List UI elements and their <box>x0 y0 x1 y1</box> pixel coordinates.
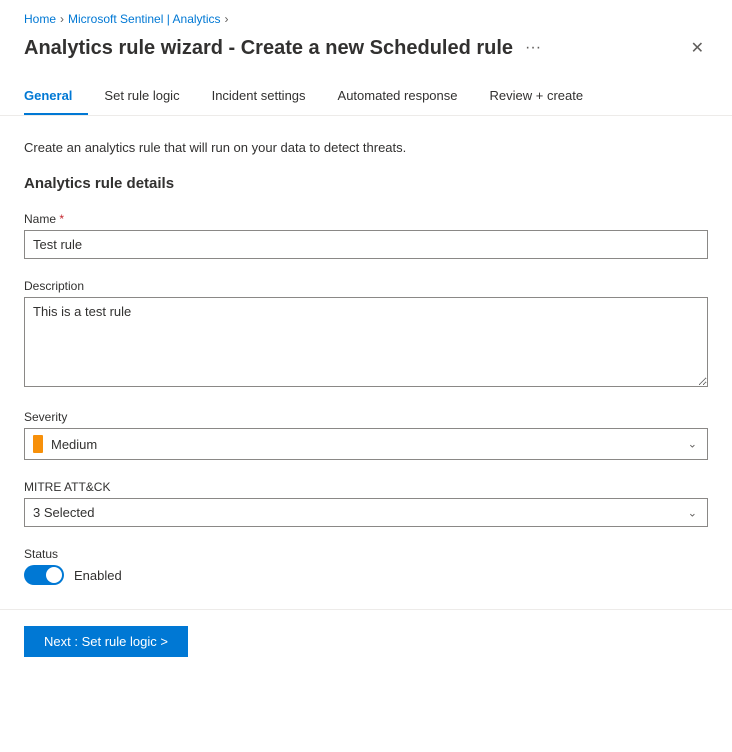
breadcrumb-sep-2: › <box>225 12 229 26</box>
mitre-select[interactable]: 3 Selected ⌄ <box>24 498 708 527</box>
severity-chevron-icon: ⌄ <box>688 438 697 451</box>
page-title: Analytics rule wizard - Create a new Sch… <box>24 37 513 60</box>
footer: Next : Set rule logic > <box>0 610 732 673</box>
more-options-icon[interactable]: ··· <box>525 39 541 57</box>
severity-label: Severity <box>24 410 708 424</box>
description-label: Description <box>24 279 708 293</box>
required-indicator: * <box>56 212 64 226</box>
mitre-value: 3 Selected <box>33 505 94 520</box>
severity-field-group: Severity Medium ⌄ <box>24 410 708 460</box>
tabs-nav: General Set rule logic Incident settings… <box>0 78 732 116</box>
next-button[interactable]: Next : Set rule logic > <box>24 626 188 657</box>
name-label: Name * <box>24 212 708 226</box>
mitre-chevron-icon: ⌄ <box>688 506 697 519</box>
tab-automated-response[interactable]: Automated response <box>322 78 474 115</box>
tab-general[interactable]: General <box>24 78 88 115</box>
severity-select[interactable]: Medium ⌄ <box>24 428 708 460</box>
description-field-group: Description This is a test rule <box>24 279 708 390</box>
status-toggle[interactable] <box>24 565 64 585</box>
status-value: Enabled <box>74 568 122 583</box>
severity-value: Medium <box>51 437 97 452</box>
mitre-select-wrapper: 3 Selected ⌄ <box>24 498 708 527</box>
page-description: Create an analytics rule that will run o… <box>24 140 708 155</box>
close-button[interactable]: ✕ <box>687 34 708 62</box>
breadcrumb-sep-1: › <box>60 12 64 26</box>
severity-color-indicator <box>33 435 43 453</box>
name-input[interactable] <box>24 230 708 259</box>
severity-select-wrapper: Medium ⌄ <box>24 428 708 460</box>
toggle-container: Enabled <box>24 565 708 585</box>
status-label: Status <box>24 547 708 561</box>
mitre-label: MITRE ATT&CK <box>24 480 708 494</box>
description-textarea[interactable]: This is a test rule <box>24 297 708 387</box>
tab-incident-settings[interactable]: Incident settings <box>196 78 322 115</box>
mitre-field-group: MITRE ATT&CK 3 Selected ⌄ <box>24 480 708 527</box>
breadcrumb-home[interactable]: Home <box>24 12 56 26</box>
status-field-group: Status Enabled <box>24 547 708 585</box>
name-field-group: Name * <box>24 212 708 259</box>
tab-set-rule-logic[interactable]: Set rule logic <box>88 78 195 115</box>
breadcrumb-sentinel[interactable]: Microsoft Sentinel | Analytics <box>68 12 221 26</box>
breadcrumb: Home › Microsoft Sentinel | Analytics › <box>0 0 732 34</box>
tab-review-create[interactable]: Review + create <box>474 78 600 115</box>
section-title: Analytics rule details <box>24 175 708 192</box>
